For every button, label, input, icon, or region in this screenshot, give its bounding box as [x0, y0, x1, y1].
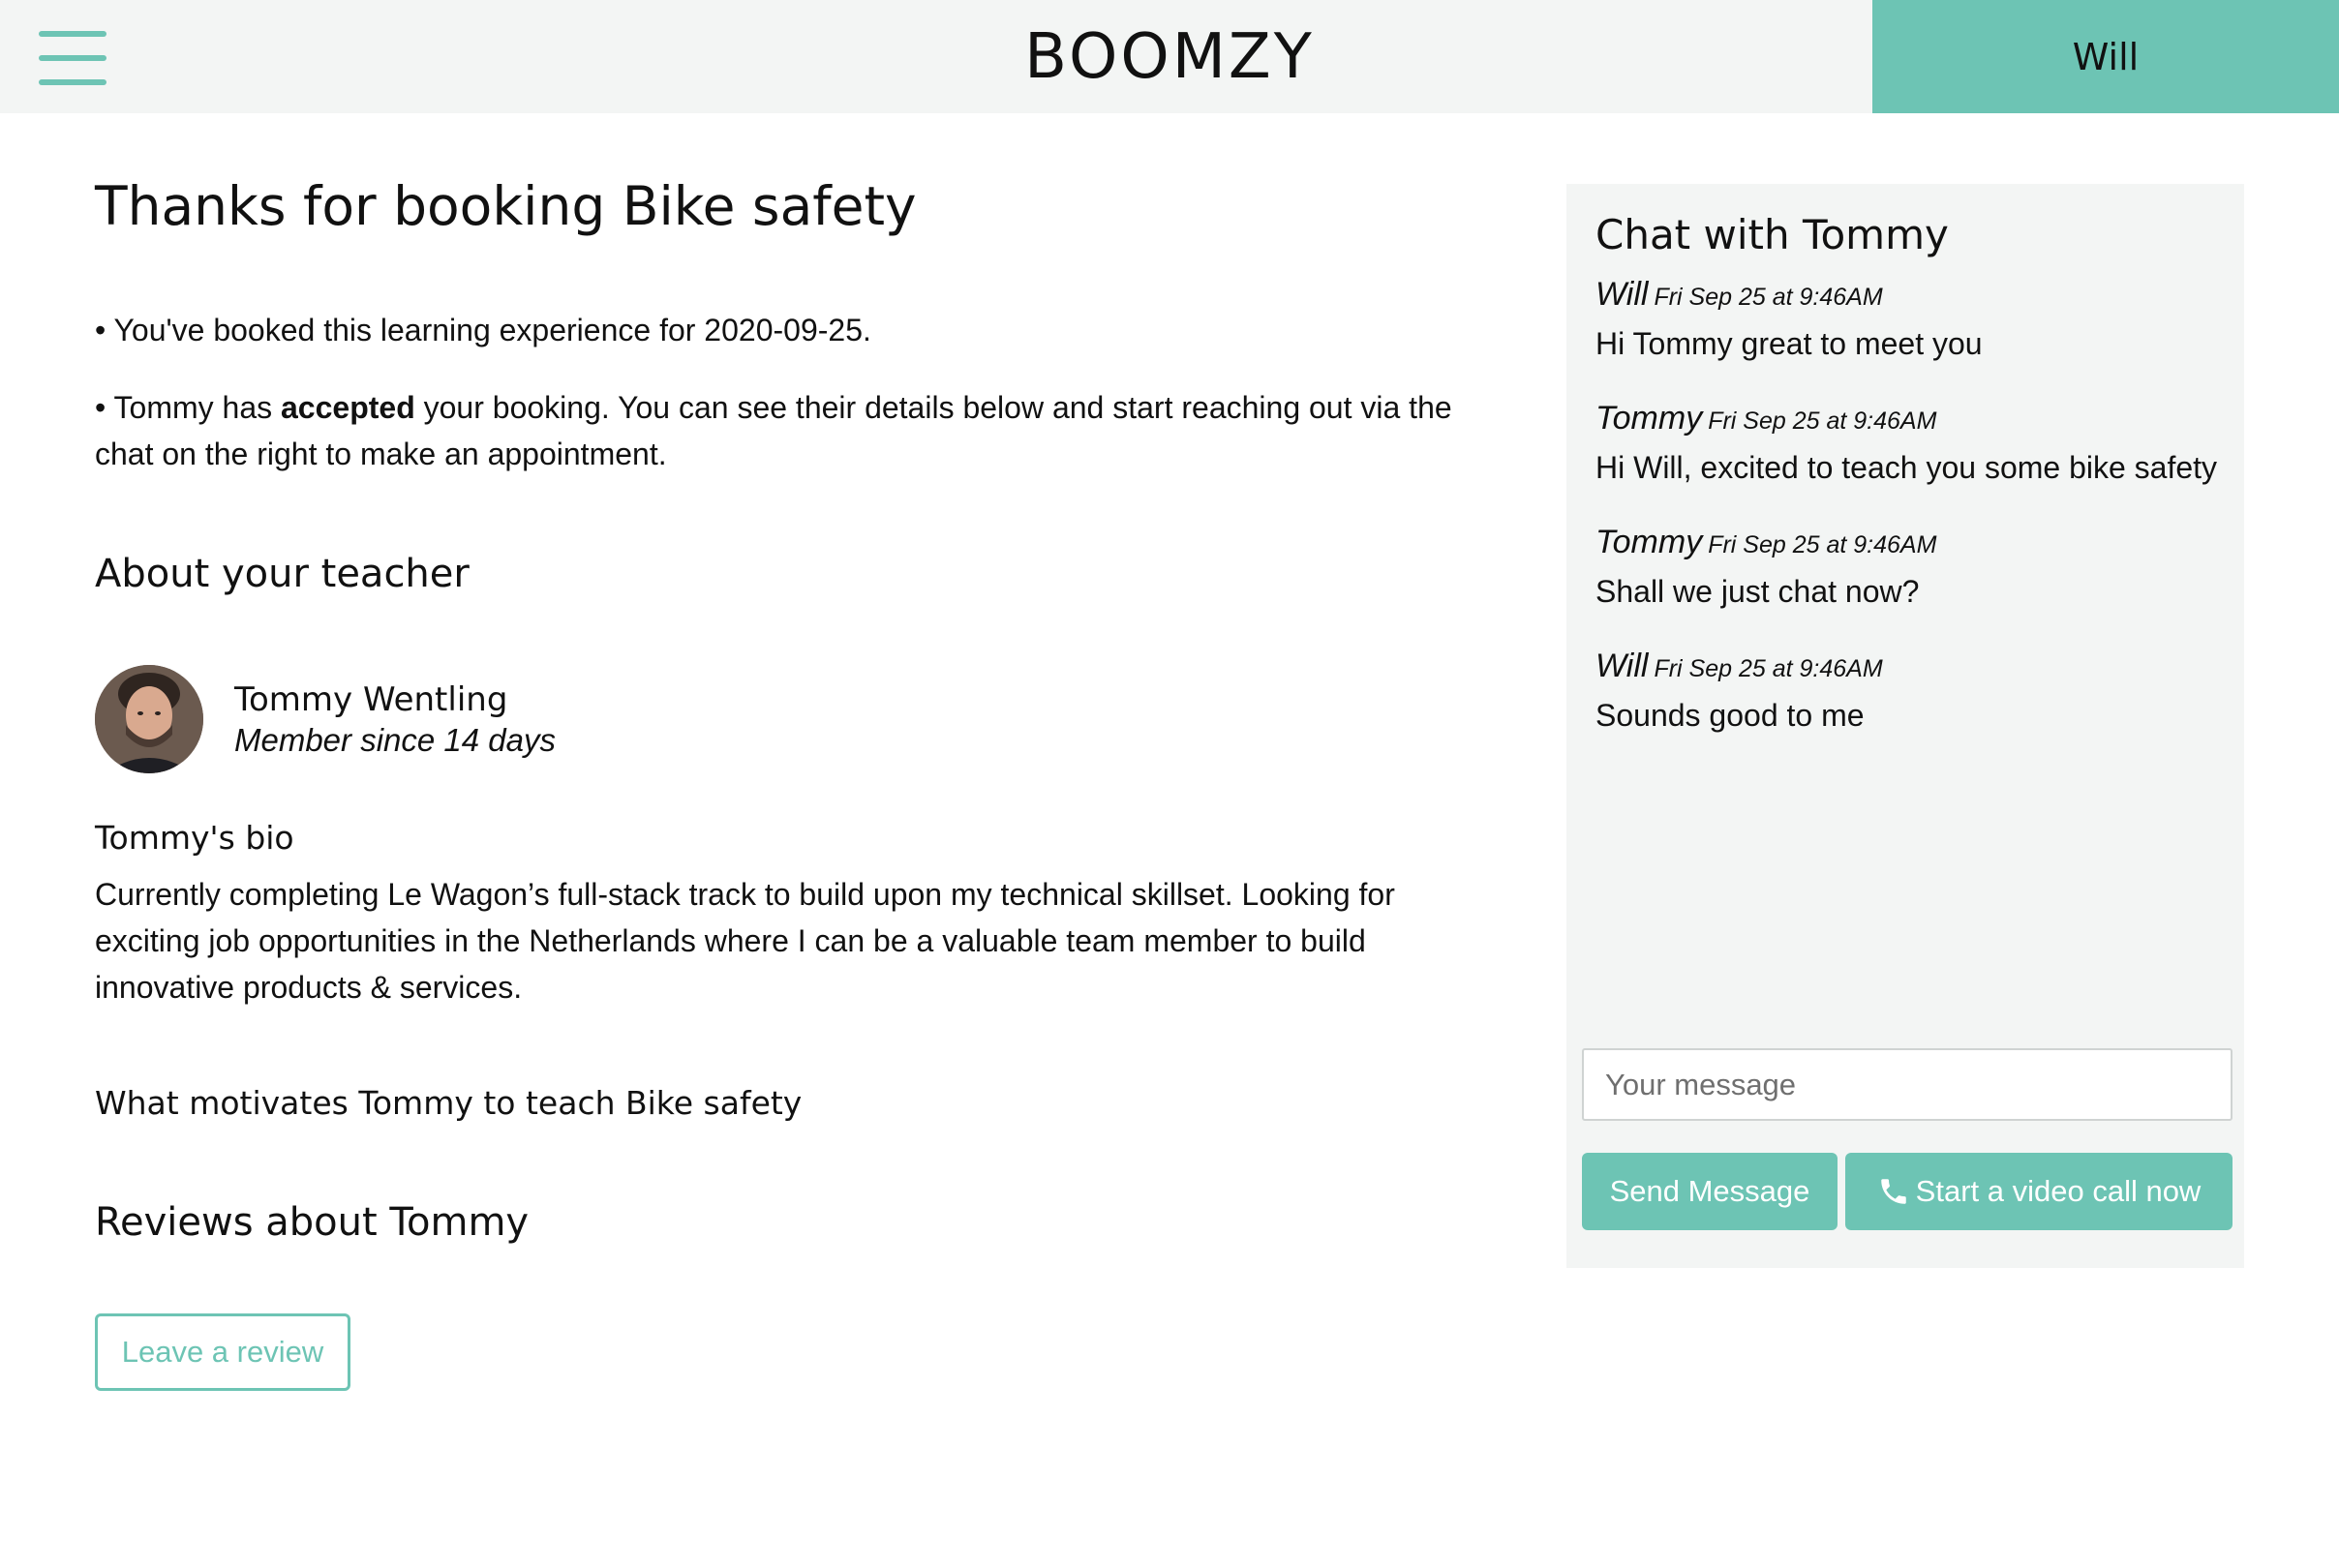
chat-title: Chat with Tommy [1595, 211, 1949, 258]
start-video-call-button[interactable]: Start a video call now [1845, 1153, 2233, 1230]
booking-confirmation: Thanks for booking Bike safety • You've … [95, 174, 1489, 1391]
teacher-name: Tommy Wentling [234, 680, 508, 719]
about-teacher-heading: About your teacher [95, 552, 470, 596]
user-name: Will [2072, 35, 2140, 78]
video-call-label: Start a video call now [1915, 1174, 2202, 1208]
message-author: Tommy [1595, 524, 1703, 560]
teacher-info: Tommy Wentling Member since 14 days [234, 678, 556, 760]
status-accepted: accepted [281, 390, 415, 425]
chat-message: Tommy Fri Sep 25 at 9:46AM Shall we just … [1595, 521, 2225, 613]
bio-text: Currently completing Le Wagon’s full-sta… [95, 877, 1395, 1005]
top-nav-bar: BOOMZY Will [0, 0, 2339, 113]
message-text: Sounds good to me [1595, 698, 1865, 733]
message-header: Will Fri Sep 25 at 9:46AM [1595, 273, 2225, 322]
booking-status-line: • Tommy has accepted your booking. You c… [95, 384, 1470, 477]
message-text: Hi Will, excited to teach you some bike … [1595, 450, 2218, 485]
send-message-button[interactable]: Send Message [1582, 1153, 1838, 1230]
chat-message: Tommy Fri Sep 25 at 9:46AM Hi Will, excit… [1595, 397, 2225, 489]
phone-icon [1877, 1175, 1910, 1208]
message-time: Fri Sep 25 at 9:46AM [1654, 284, 1883, 311]
teacher-avatar [95, 665, 203, 773]
avatar-photo-icon [95, 665, 203, 773]
chat-panel: Chat with Tommy Will Fri Sep 25 at 9:46AM… [1566, 184, 2244, 1268]
chat-message: Will Fri Sep 25 at 9:46AM Sounds good to … [1595, 645, 2225, 737]
hamburger-menu-icon[interactable] [39, 29, 106, 87]
leave-review-button[interactable]: Leave a review [95, 1313, 350, 1391]
user-menu-button[interactable]: Will [1872, 0, 2339, 113]
message-text: Shall we just chat now? [1595, 574, 1920, 609]
message-header: Tommy Fri Sep 25 at 9:46AM [1595, 521, 2225, 570]
message-time: Fri Sep 25 at 9:46AM [1708, 531, 1937, 558]
motivation-heading: What motivates Tommy to teach Bike safet… [95, 1084, 803, 1122]
chat-message: Will Fri Sep 25 at 9:46AM Hi Tommy great … [1595, 273, 2225, 365]
teacher-card: Tommy Wentling Member since 14 days [95, 665, 556, 773]
page-title: Thanks for booking Bike safety [95, 175, 917, 237]
status-prefix: • Tommy has [95, 390, 281, 425]
message-header: Tommy Fri Sep 25 at 9:46AM [1595, 397, 2225, 446]
message-author: Will [1595, 276, 1649, 313]
bio-heading: Tommy's bio [95, 819, 294, 857]
message-text: Hi Tommy great to meet you [1595, 326, 1983, 361]
reviews-heading: Reviews about Tommy [95, 1200, 530, 1245]
booking-date-line: • You've booked this learning experience… [95, 313, 871, 347]
message-author: Will [1595, 648, 1649, 684]
message-header: Will Fri Sep 25 at 9:46AM [1595, 645, 2225, 694]
message-author: Tommy [1595, 400, 1703, 437]
member-since: Member since 14 days [234, 722, 556, 758]
message-time: Fri Sep 25 at 9:46AM [1654, 655, 1883, 682]
message-input[interactable] [1582, 1048, 2233, 1121]
message-time: Fri Sep 25 at 9:46AM [1708, 407, 1937, 435]
